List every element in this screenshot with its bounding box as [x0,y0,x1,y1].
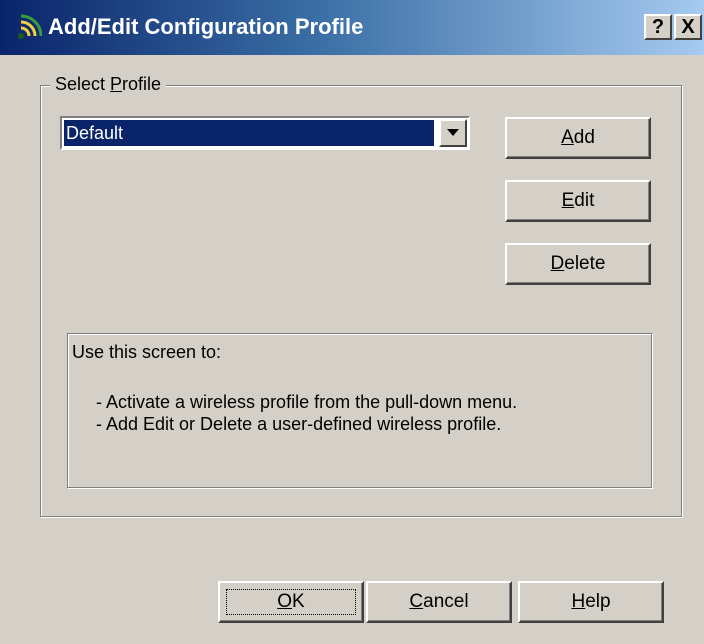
configuration-profile-dialog: Add/Edit Configuration Profile ? X Selec… [0,0,704,644]
profile-dropdown[interactable]: Default [60,116,470,150]
help-title-button[interactable]: ? [644,14,672,40]
info-heading: Use this screen to: [72,342,222,362]
title-bar[interactable]: Add/Edit Configuration Profile ? X [0,0,704,55]
wireless-signal-icon [12,14,43,44]
info-line-activate: - Activate a wireless profile from the p… [96,392,518,412]
delete-button[interactable]: Delete [505,243,651,285]
close-button[interactable]: X [674,14,702,40]
info-line-edit: - Add Edit or Delete a user-defined wire… [96,414,502,434]
ok-button[interactable]: OK [218,581,364,623]
cancel-button[interactable]: Cancel [366,581,512,623]
chevron-down-icon [447,129,459,136]
dropdown-arrow-button[interactable] [439,119,467,147]
profile-dropdown-value: Default [64,120,434,146]
help-button[interactable]: Help [518,581,664,623]
dialog-title: Add/Edit Configuration Profile [48,14,364,39]
add-button[interactable]: Add [505,117,651,159]
select-profile-label: Select Profile [50,73,167,95]
edit-button[interactable]: Edit [505,180,651,222]
